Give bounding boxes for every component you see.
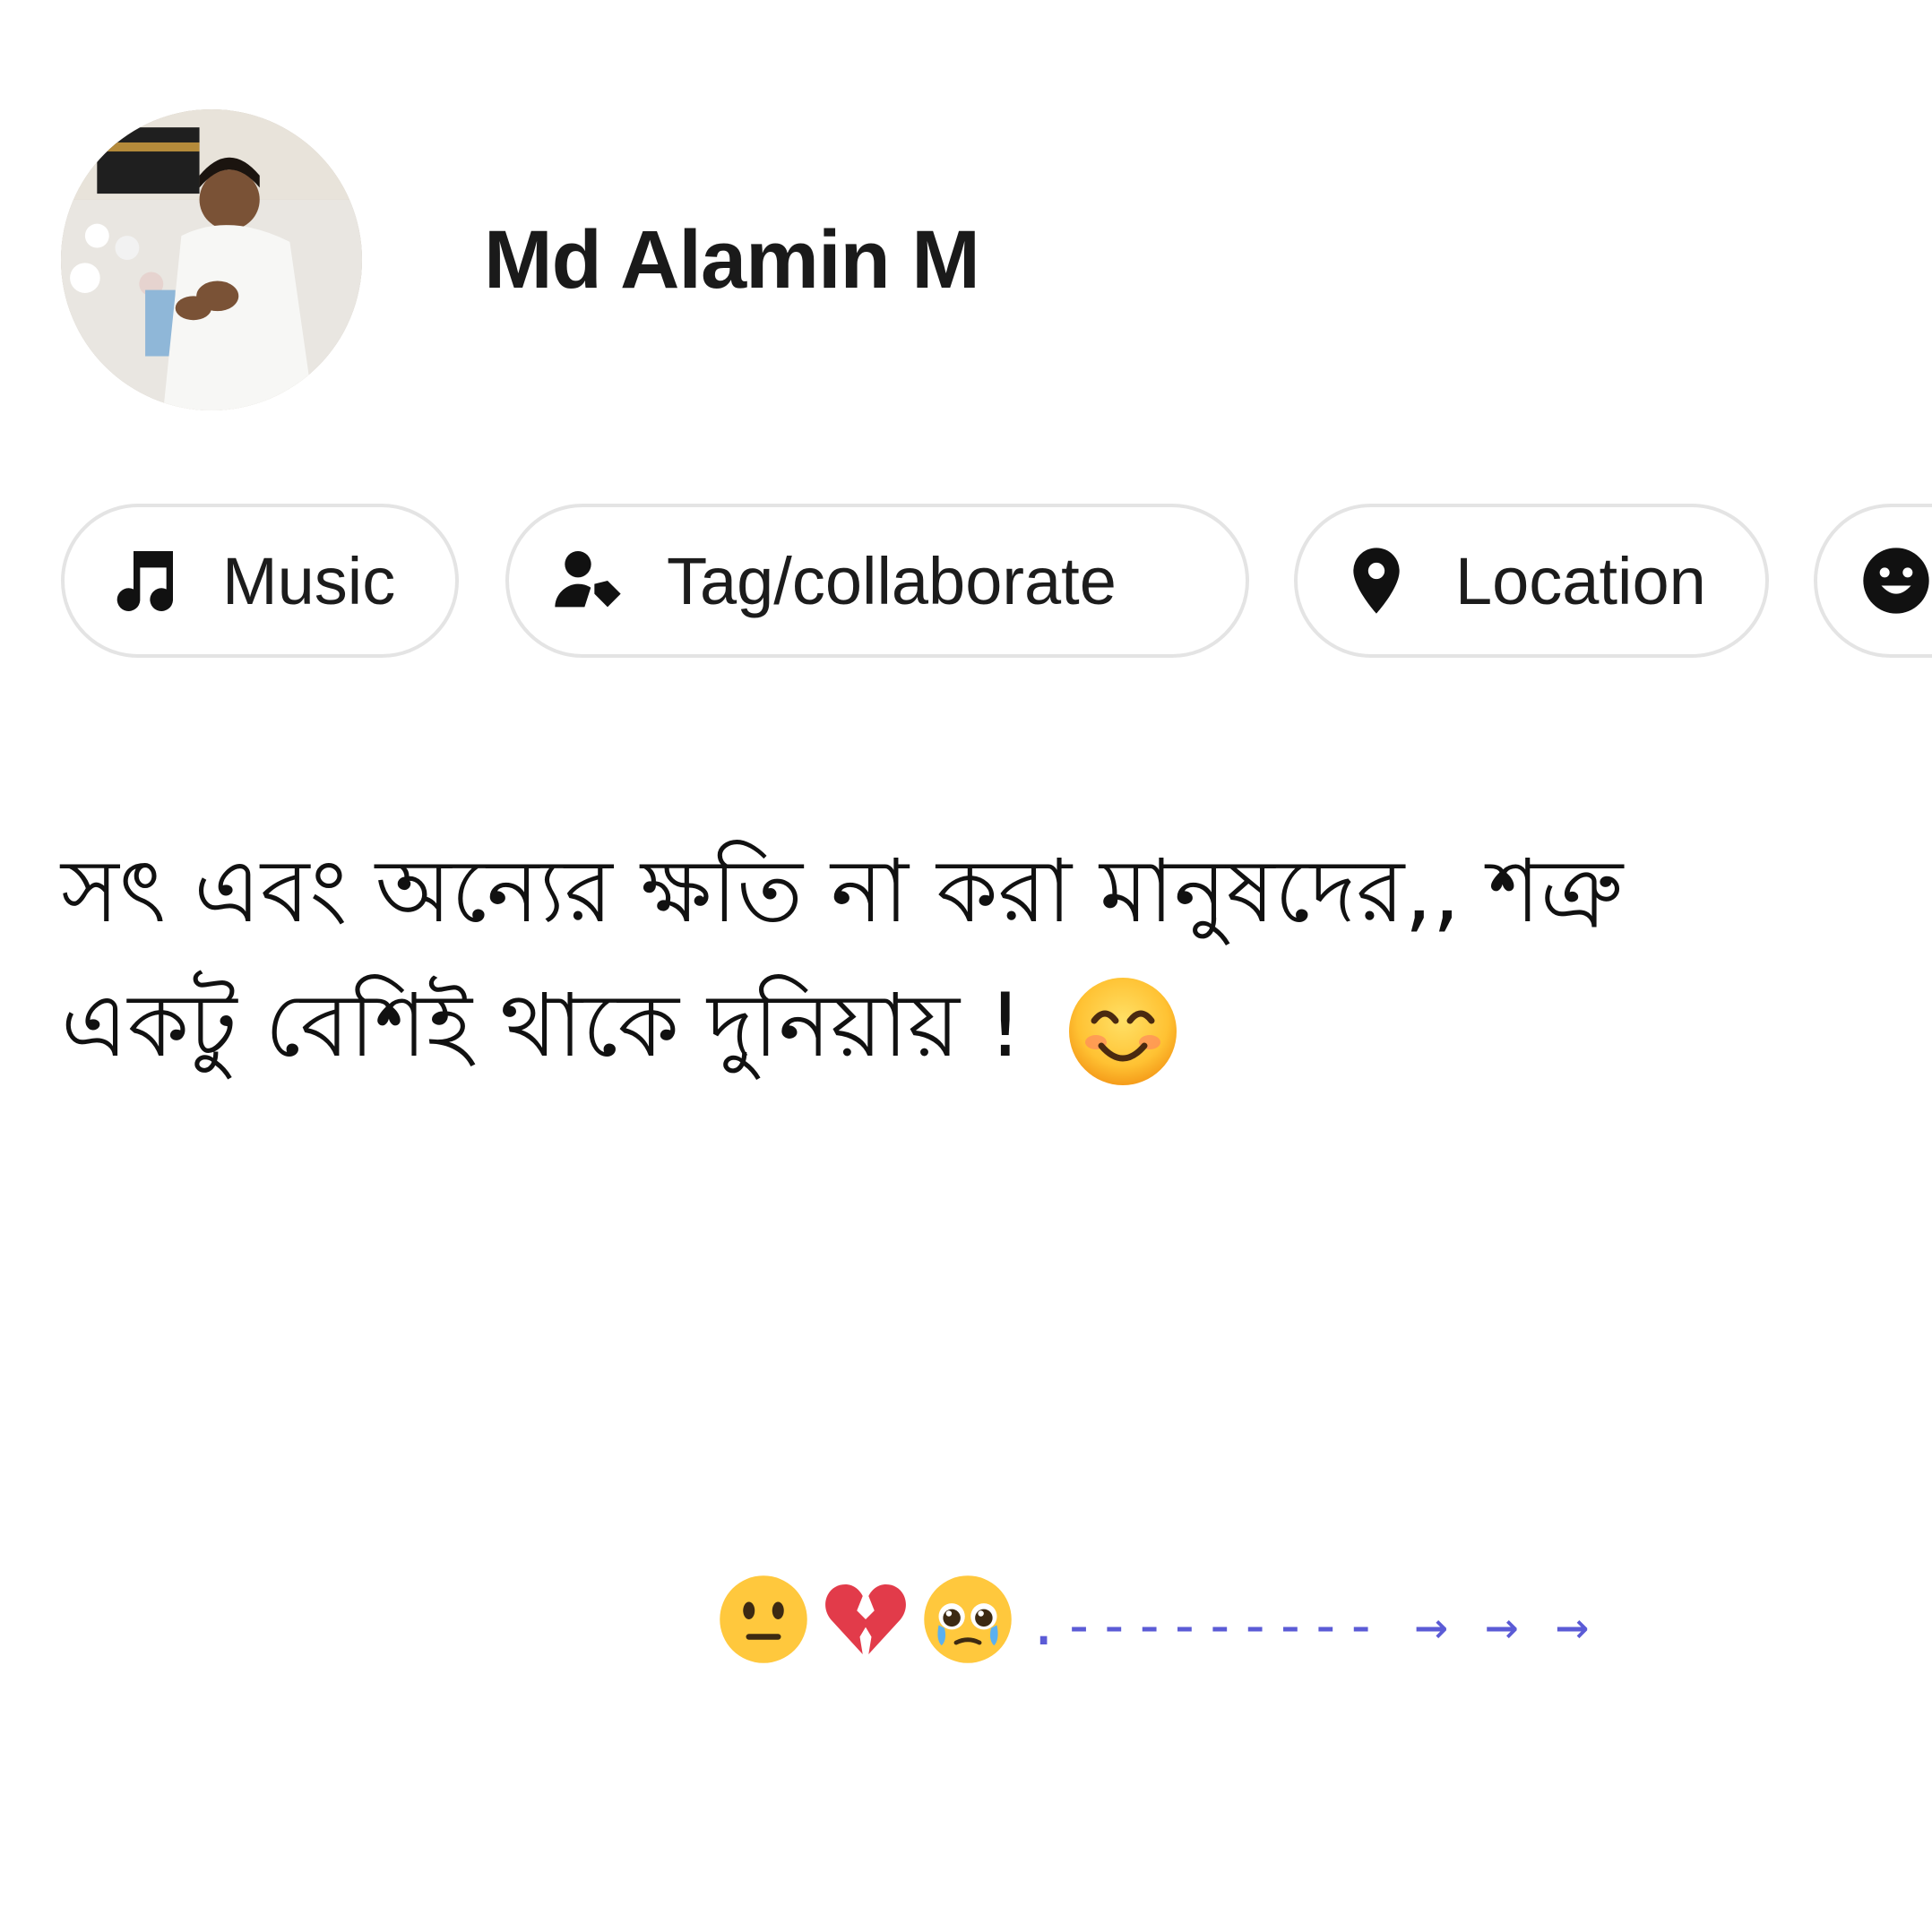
neutral-face-icon [720, 1575, 807, 1663]
location-chip-label: Location [1455, 543, 1706, 618]
location-pin-icon [1333, 538, 1419, 624]
tag-collaborate-chip-label: Tag/collaborate [667, 543, 1117, 618]
dashed-arrows-text: .--------- → → → [1027, 1592, 1591, 1658]
music-chip-label: Music [222, 543, 396, 618]
post-text[interactable]: সৎ এবং অন্যের ক্ষতি না করা মানুষদের,, শত… [61, 824, 1853, 1093]
pleading-face-icon [924, 1575, 1012, 1663]
author-name[interactable]: Md Alamin M [484, 213, 980, 307]
tag-collaborate-chip[interactable]: Tag/collaborate [505, 504, 1249, 658]
post-text-line-1: সৎ এবং অন্যের ক্ষতি না করা মানুষদের,, শত… [61, 841, 1624, 943]
post-footer-decoration: .--------- → → → [717, 1570, 1591, 1669]
post-option-chips: Music Tag/collaborate Location F [61, 504, 1932, 661]
feeling-chip[interactable]: F [1814, 504, 1932, 658]
music-note-icon [100, 538, 186, 624]
broken-heart-icon [825, 1584, 906, 1654]
avatar[interactable] [61, 109, 362, 410]
music-chip[interactable]: Music [61, 504, 459, 658]
tag-person-icon [545, 538, 631, 624]
location-chip[interactable]: Location [1294, 504, 1769, 658]
post-text-line-2-text: একটু বেশিই থাকে দুনিয়ায় ! [61, 975, 1023, 1077]
post-text-line-2: একটু বেশিই থাকে দুনিয়ায় ! [61, 959, 1853, 1093]
post-author-header: Md Alamin M [61, 109, 980, 410]
smiling-face-icon [1068, 978, 1177, 1086]
smiley-icon [1853, 538, 1932, 624]
